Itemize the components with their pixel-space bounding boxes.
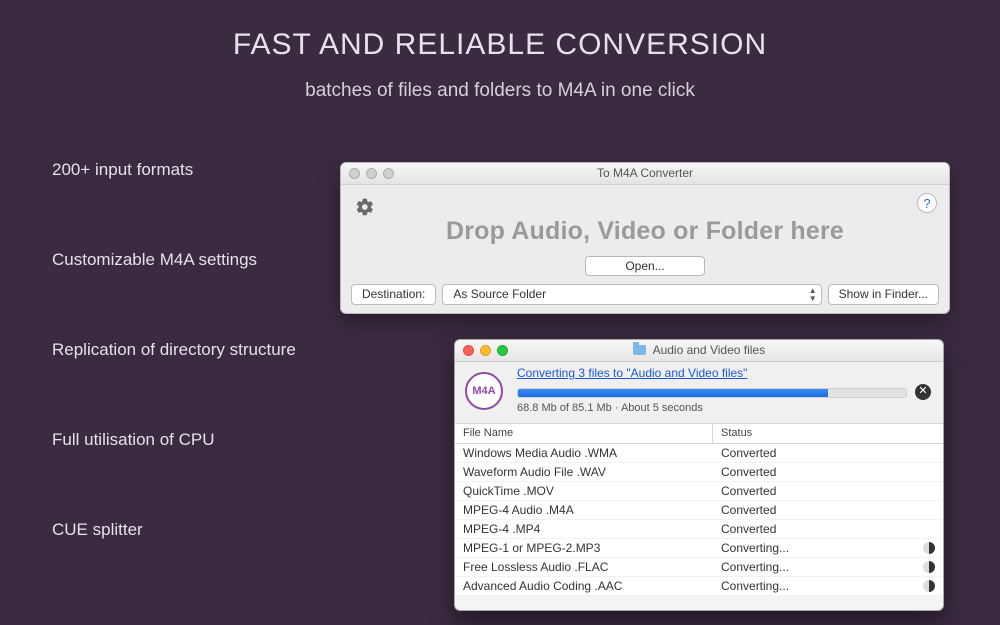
cancel-button[interactable]: ✕ [915,384,931,400]
spinner-icon [923,580,935,592]
window-title-text: Audio and Video files [653,343,766,357]
table-row[interactable]: Advanced Audio Coding .AACConverting... [455,577,943,596]
cell-file-name: MPEG-4 Audio .M4A [455,501,713,519]
destination-value: As Source Folder [453,287,546,301]
window-title: Audio and Video files [455,343,943,357]
conversion-link[interactable]: Converting 3 files to "Audio and Video f… [517,366,747,380]
titlebar[interactable]: To M4A Converter [341,163,949,185]
table-row[interactable]: QuickTime .MOVConverted [455,482,943,501]
open-button[interactable]: Open... [585,256,705,276]
hero-subtitle: batches of files and folders to M4A in o… [0,80,1000,102]
show-in-finder-button[interactable]: Show in Finder... [828,284,939,305]
cell-file-name: QuickTime .MOV [455,482,713,500]
table-row[interactable]: Windows Media Audio .WMAConverted [455,444,943,463]
progress-text: 68.8 Mb of 85.1 Mb · About 5 seconds [517,402,703,414]
feature-item: Full utilisation of CPU [52,430,296,450]
table-row[interactable]: MPEG-1 or MPEG-2.MP3Converting... [455,539,943,558]
spinner-icon [923,561,935,573]
cell-status: Converted [713,482,943,500]
cell-status: Converted [713,444,943,462]
destination-button[interactable]: Destination: [351,284,436,305]
table-row[interactable]: MPEG-4 .MP4Converted [455,520,943,539]
cell-file-name: Waveform Audio File .WAV [455,463,713,481]
help-button[interactable]: ? [917,193,937,213]
cell-status: Converting... [713,577,943,595]
folder-icon [633,345,646,355]
hero-title: FAST AND RELIABLE CONVERSION [0,0,1000,62]
cell-status: Converting... [713,539,943,557]
format-badge: M4A [465,372,503,410]
table-body: Windows Media Audio .WMAConvertedWavefor… [455,444,943,596]
progress-window: Audio and Video files M4A Converting 3 f… [454,339,944,611]
cell-file-name: Advanced Audio Coding .AAC [455,577,713,595]
progress-bar-fill [518,389,828,397]
table-row[interactable]: Free Lossless Audio .FLACConverting... [455,558,943,577]
feature-list: 200+ input formats Customizable M4A sett… [52,160,296,610]
cell-status: Converted [713,520,943,538]
spinner-icon [923,542,935,554]
table-header: File Name Status [455,424,943,444]
column-status[interactable]: Status [713,424,943,443]
converter-window: To M4A Converter ? Drop Audio, Video or … [340,162,950,314]
feature-item: Replication of directory structure [52,340,296,360]
feature-item: 200+ input formats [52,160,296,180]
cell-status: Converted [713,501,943,519]
feature-item: Customizable M4A settings [52,250,296,270]
window-title: To M4A Converter [341,166,949,180]
column-file-name[interactable]: File Name [455,424,713,443]
cell-file-name: Free Lossless Audio .FLAC [455,558,713,576]
cell-status: Converted [713,463,943,481]
cell-status: Converting... [713,558,943,576]
drop-zone-label[interactable]: Drop Audio, Video or Folder here [341,217,949,246]
progress-panel: M4A Converting 3 files to "Audio and Vid… [455,362,943,424]
cell-file-name: MPEG-4 .MP4 [455,520,713,538]
gear-icon[interactable] [355,197,375,222]
table-row[interactable]: MPEG-4 Audio .M4AConverted [455,501,943,520]
destination-select[interactable]: As Source Folder ▲▼ [442,284,821,305]
table-row[interactable]: Waveform Audio File .WAVConverted [455,463,943,482]
progress-bar [517,388,907,398]
feature-item: CUE splitter [52,520,296,540]
cell-file-name: MPEG-1 or MPEG-2.MP3 [455,539,713,557]
chevron-up-down-icon: ▲▼ [809,287,817,303]
titlebar[interactable]: Audio and Video files [455,340,943,362]
cell-file-name: Windows Media Audio .WMA [455,444,713,462]
